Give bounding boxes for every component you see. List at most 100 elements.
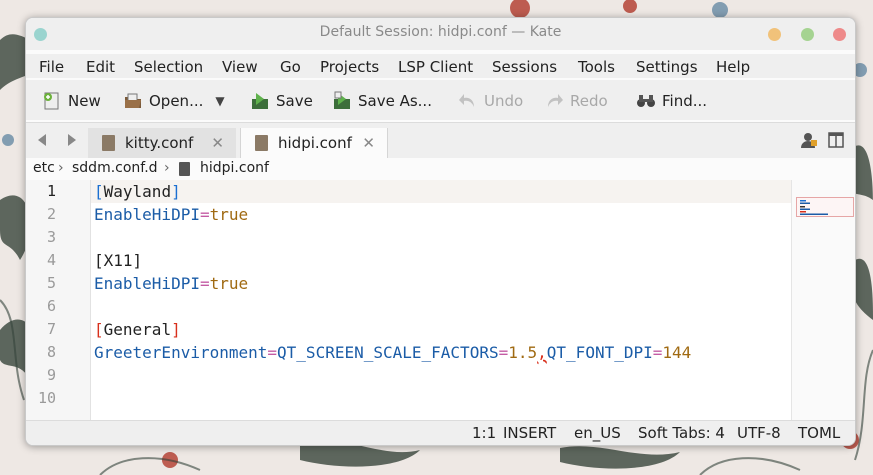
breadcrumb-item[interactable]: hidpi.conf [200,160,269,176]
save-as-label: Save As... [358,92,432,110]
menu-help[interactable]: Help [716,58,750,76]
breadcrumb: etc › sddm.conf.d › hidpi.conf [26,158,855,180]
minimap-viewport[interactable] [796,197,854,217]
chevron-right-icon: › [164,160,170,176]
key: EnableHiDPI [94,205,200,224]
line-number: 4 [46,251,56,269]
line-number: 10 [37,389,56,407]
bracket: ] [171,320,181,339]
title-bar[interactable]: Default Session: hidpi.conf — Kate [26,18,855,50]
error-comma: , [537,343,547,362]
code-line-1: [Wayland] [94,182,181,201]
close-tab-icon[interactable]: ✕ [211,134,224,152]
code-line-4: [X11] [94,251,143,270]
operator: = [652,343,663,362]
minimize-button[interactable] [768,28,781,41]
bracket: [ [94,182,104,201]
line-number: 8 [46,343,56,361]
save-button[interactable]: Save [250,88,313,114]
kate-window: Default Session: hidpi.conf — Kate File … [25,17,856,446]
new-document-icon [42,91,62,111]
section-name: Wayland [103,182,172,201]
tab-hidpi-conf[interactable]: hidpi.conf ✕ [240,128,388,158]
save-as-button[interactable]: Save As... [332,88,432,114]
redo-button[interactable]: Redo [544,88,608,114]
operator: = [199,274,210,293]
open-folder-icon [123,91,143,111]
document-icon [255,135,268,151]
menu-edit[interactable]: Edit [86,58,115,76]
minimap[interactable] [791,180,855,420]
operator: = [199,205,210,224]
current-line-highlight [91,180,791,203]
new-label: New [68,92,101,110]
key: EnableHiDPI [94,274,200,293]
menu-projects[interactable]: Projects [320,58,379,76]
tab-next-icon[interactable] [68,134,76,146]
close-window-button[interactable] [833,28,846,41]
undo-icon [458,91,478,111]
open-label: Open... [149,92,204,110]
cursor-position[interactable]: 1:1 [472,424,496,442]
code-line-2: EnableHiDPI=true [94,205,248,224]
tab-bar: kitty.conf ✕ hidpi.conf ✕ [26,122,855,159]
new-button[interactable]: New [42,88,101,114]
line-number: 7 [46,320,56,338]
save-as-icon [332,91,352,111]
key: GreeterEnvironment [94,343,268,362]
syntax-mode[interactable]: TOML [798,424,840,442]
encoding[interactable]: UTF-8 [737,424,781,442]
line-number: 5 [46,274,56,292]
line-number: 3 [46,228,56,246]
menu-go[interactable]: Go [280,58,301,76]
breadcrumb-item[interactable]: sddm.conf.d [72,160,158,176]
indentation-settings[interactable]: Soft Tabs: 4 [638,424,725,442]
tab-label: kitty.conf [125,134,194,152]
line-number: 1 [46,182,56,200]
menu-sessions[interactable]: Sessions [492,58,557,76]
split-view-icon[interactable] [828,132,844,148]
bracket: [ [94,320,104,339]
find-button[interactable]: Find... [636,88,707,114]
menu-view[interactable]: View [222,58,258,76]
menu-file[interactable]: File [39,58,64,76]
key: QT_SCREEN_SCALE_FACTORS [277,343,499,362]
undo-button[interactable]: Undo [458,88,523,114]
menu-tools[interactable]: Tools [578,58,615,76]
value: 144 [662,343,692,362]
main-toolbar: New Open... ▼ Save Save As... Undo Redo … [26,80,855,120]
dictionary[interactable]: en_US [574,424,621,442]
binoculars-icon [636,91,656,111]
breadcrumb-item[interactable]: etc [33,160,55,176]
open-button[interactable]: Open... ▼ [123,88,225,114]
undo-label: Undo [484,92,524,110]
save-icon [250,91,270,111]
chevron-right-icon: › [58,160,64,176]
line-number-gutter: 1 2 3 4 5 6 7 8 9 10 [26,180,91,420]
bracket: ] [171,182,181,201]
menu-lsp-client[interactable]: LSP Client [398,58,473,76]
line-number: 9 [46,366,56,384]
menu-selection[interactable]: Selection [134,58,203,76]
line-number: 2 [46,205,56,223]
close-tab-icon[interactable]: ✕ [362,134,375,152]
document-icon [102,135,115,151]
tab-prev-icon[interactable] [38,134,46,146]
find-label: Find... [662,92,708,110]
save-label: Save [276,92,313,110]
line-number: 6 [46,297,56,315]
window-title: Default Session: hidpi.conf — Kate [319,24,562,40]
operator: = [498,343,509,362]
chevron-down-icon[interactable]: ▼ [215,94,224,108]
user-icon[interactable] [800,131,818,149]
value: 1.5 [508,343,538,362]
tab-kitty-conf[interactable]: kitty.conf ✕ [88,128,236,158]
tab-label: hidpi.conf [278,134,352,152]
code-line-7: [General] [94,320,181,339]
maximize-button[interactable] [801,28,814,41]
code-editor[interactable]: 1 2 3 4 5 6 7 8 9 10 [Wayland] EnableHiD… [26,180,855,420]
operator: = [267,343,278,362]
input-mode[interactable]: INSERT [503,424,556,442]
menu-settings[interactable]: Settings [636,58,698,76]
section-name: General [103,320,172,339]
